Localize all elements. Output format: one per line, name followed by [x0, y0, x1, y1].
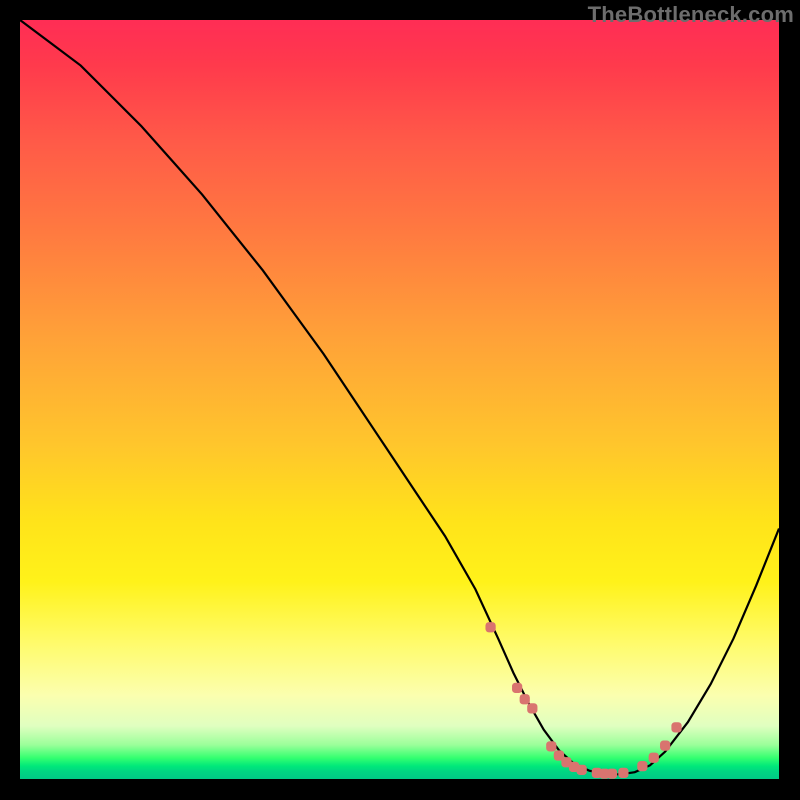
plot-area [20, 20, 779, 779]
watermark: TheBottleneck.com [588, 2, 794, 28]
chart-svg [20, 20, 779, 779]
curve-line [20, 20, 779, 774]
marker-dot [637, 761, 647, 771]
chart-frame: TheBottleneck.com [0, 0, 800, 800]
marker-dot [546, 741, 556, 751]
marker-dot [520, 694, 530, 704]
curve-markers [485, 622, 681, 779]
marker-dot [671, 722, 681, 732]
marker-dot [618, 768, 628, 778]
marker-dot [527, 703, 537, 713]
marker-dot [577, 765, 587, 775]
marker-dot [649, 753, 659, 763]
marker-dot [512, 683, 522, 693]
marker-dot [485, 622, 495, 632]
marker-dot [660, 740, 670, 750]
marker-dot [607, 769, 617, 779]
